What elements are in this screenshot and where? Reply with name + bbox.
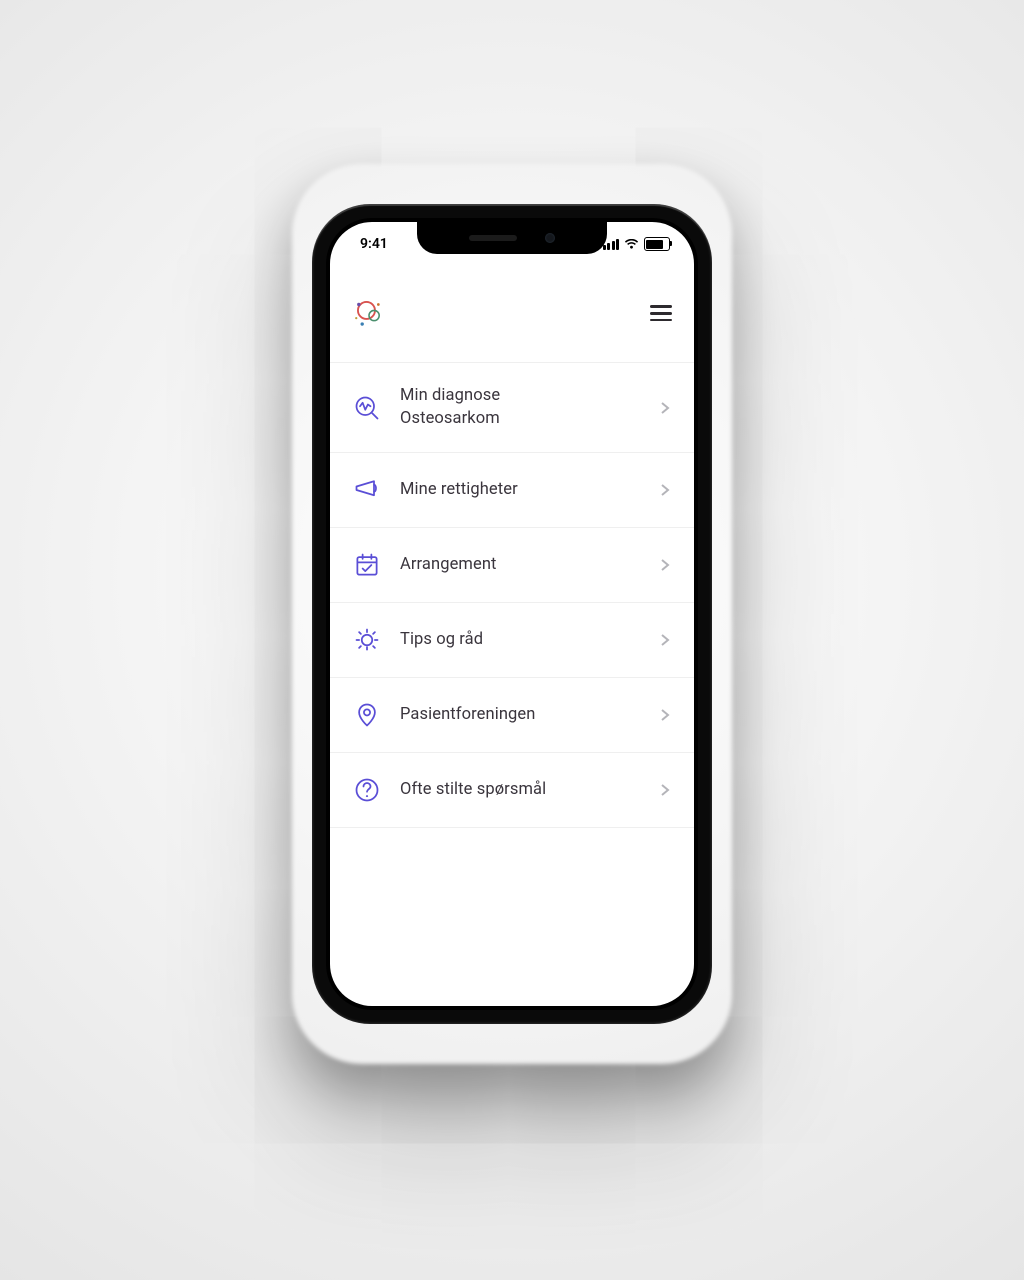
menu-item-faq[interactable]: Ofte stilte spørsmål [330, 753, 694, 828]
phone-bezel: 9:41 [326, 218, 698, 1010]
status-indicators [603, 237, 671, 251]
menu-item-label: Arrangement [400, 554, 642, 576]
phone-speaker [469, 235, 517, 241]
menu-item-label: Mine rettigheter [400, 479, 642, 501]
menu-item-diagnosis[interactable]: Min diagnose Osteosarkom [330, 363, 694, 453]
phone-screen: 9:41 [330, 222, 694, 1006]
chevron-right-icon [660, 633, 672, 647]
hamburger-menu-button[interactable] [650, 305, 672, 321]
menu-item-events[interactable]: Arrangement [330, 528, 694, 603]
wifi-icon [624, 239, 639, 250]
chevron-right-icon [660, 558, 672, 572]
chevron-right-icon [660, 401, 672, 415]
diagnosis-icon [352, 393, 382, 423]
phone-frame: 9:41 [312, 204, 712, 1024]
phone-front-camera [545, 233, 555, 243]
app-header [330, 266, 694, 362]
menu-item-tips[interactable]: Tips og råd [330, 603, 694, 678]
menu-item-label: Tips og råd [400, 629, 642, 651]
chevron-right-icon [660, 708, 672, 722]
chevron-right-icon [660, 783, 672, 797]
megaphone-icon [352, 475, 382, 505]
calendar-icon [352, 550, 382, 580]
lightbulb-icon [352, 625, 382, 655]
status-time: 9:41 [360, 236, 388, 252]
app-logo [352, 296, 386, 330]
menu-item-association[interactable]: Pasientforeningen [330, 678, 694, 753]
menu-item-label: Min diagnose Osteosarkom [400, 385, 642, 430]
menu-item-rights[interactable]: Mine rettigheter [330, 453, 694, 528]
menu-list: Min diagnose Osteosarkom Mine rettighete… [330, 362, 694, 828]
question-icon [352, 775, 382, 805]
battery-icon [644, 237, 670, 251]
chevron-right-icon [660, 483, 672, 497]
location-icon [352, 700, 382, 730]
phone-notch [417, 222, 607, 254]
menu-item-label: Ofte stilte spørsmål [400, 779, 642, 801]
menu-item-label: Pasientforeningen [400, 704, 642, 726]
